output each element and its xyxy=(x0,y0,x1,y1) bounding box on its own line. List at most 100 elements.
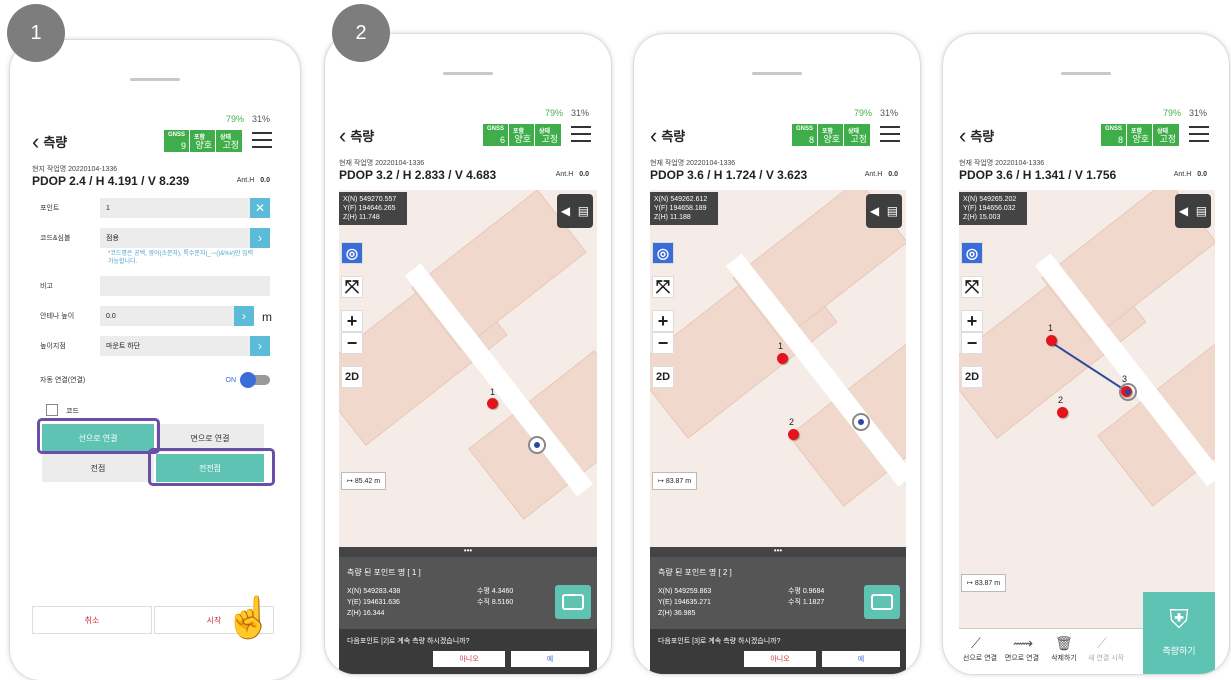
step-badge-2: 2 xyxy=(332,4,390,62)
face-connect-tool[interactable]: ⟿ 면으로 연결 xyxy=(1001,629,1043,674)
header: ‹ 측량 GNSS 9 포함 양호 상태 고정 xyxy=(32,126,278,158)
chevron-left-icon: ‹ xyxy=(959,122,967,148)
new-connect-label: 새 연결 시작 xyxy=(1087,655,1125,662)
camera-icon[interactable] xyxy=(555,585,591,619)
yes-button[interactable]: 예 xyxy=(822,651,900,667)
zoom-in-icon[interactable]: + xyxy=(961,310,983,332)
point-label: 포인트 xyxy=(40,205,60,212)
zoom-out-icon[interactable]: − xyxy=(961,332,983,354)
back-button[interactable]: ‹ 측량 xyxy=(339,124,374,146)
zoom-in-icon[interactable]: + xyxy=(652,310,674,332)
survey-point-1[interactable] xyxy=(1046,335,1057,346)
result-z: Z(H) 16.344 xyxy=(347,610,385,617)
highlight-all-point xyxy=(148,448,275,486)
coord-x: X(N) 549270.557 xyxy=(343,196,397,203)
chevron-right-icon[interactable]: › xyxy=(250,336,270,356)
note-input[interactable] xyxy=(100,276,270,296)
job-name: 현재 작업명 20220104-1336 xyxy=(339,160,425,167)
auto-value: ON xyxy=(225,376,237,384)
coord-z: Z(H) 15.003 xyxy=(963,214,1001,221)
trash-icon: 🗑 xyxy=(1055,635,1073,651)
screen: 79% 31% ‹ 측량 GNSS 6 포함 양호 상태 고정 현재 작업명 20220104… xyxy=(339,108,597,674)
auto-toggle[interactable] xyxy=(240,372,270,388)
face-connect-icon: ⟿ xyxy=(1013,635,1034,651)
2d-toggle[interactable]: 2D xyxy=(652,366,674,388)
back-label: 측량 xyxy=(661,129,686,144)
antenna-input[interactable]: 0.0 › xyxy=(100,306,254,326)
chevron-right-icon[interactable]: › xyxy=(234,306,254,326)
receiver-icon: ⛨ xyxy=(1169,604,1189,634)
map-view[interactable]: X(N) 549262.612 Y(F) 194658.189 Z(H) 11.18… xyxy=(650,190,906,674)
gnss-fix: 고정 xyxy=(541,134,558,144)
result-z: Z(H) 36.985 xyxy=(658,610,696,617)
gnss-label: GNSS xyxy=(795,126,813,132)
back-button[interactable]: ‹ 측량 xyxy=(650,124,686,146)
gnss-status: GNSS 8 포함 양호 상태 고정 xyxy=(791,124,870,146)
result-x: X(N) 549259.863 xyxy=(658,588,712,595)
locate-icon[interactable]: ◎ xyxy=(961,242,983,264)
code-select[interactable]: 점용 › xyxy=(100,228,270,248)
chevron-right-icon[interactable]: › xyxy=(250,228,270,248)
map-view[interactable]: X(N) 549270.557 Y(F) 194646.265 Z(H) 11.74… xyxy=(339,190,597,674)
survey-point-2[interactable] xyxy=(788,429,799,440)
2d-toggle[interactable]: 2D xyxy=(341,366,363,388)
fullscreen-icon[interactable]: ⤧ xyxy=(341,276,363,298)
locate-icon[interactable]: ◎ xyxy=(652,242,674,264)
code-checkbox[interactable] xyxy=(46,404,58,416)
delete-tool[interactable]: 🗑 삭제하기 xyxy=(1043,629,1085,674)
anth-label: Ant.H xyxy=(236,177,255,184)
no-button[interactable]: 아니오 xyxy=(433,651,505,667)
hamburger-menu-icon[interactable] xyxy=(1189,126,1209,142)
survey-point-1[interactable] xyxy=(487,398,498,409)
hamburger-menu-icon[interactable] xyxy=(880,126,900,142)
back-label: 측량 xyxy=(970,129,995,144)
height-select[interactable]: 마운트 하단 › xyxy=(100,336,270,356)
layer-panel-button[interactable]: ◀ ▤ xyxy=(866,194,902,228)
speaker-notch xyxy=(1061,72,1111,75)
gnss-quality: 양호 xyxy=(823,134,840,144)
clear-icon[interactable]: ✕ xyxy=(250,198,270,218)
hamburger-menu-icon[interactable] xyxy=(571,126,591,142)
panel-handle[interactable]: ••• xyxy=(339,547,597,557)
result-x: X(N) 549283.438 xyxy=(347,588,401,595)
new-connect-tool[interactable]: ⟋ 새 연결 시작 xyxy=(1085,629,1127,674)
back-button[interactable]: ‹ 측량 xyxy=(32,130,67,152)
anth-label: Ant.H xyxy=(1173,171,1192,178)
zoom-in-icon[interactable]: + xyxy=(341,310,363,332)
new-connect-icon: ⟋ xyxy=(1097,635,1107,651)
battery-icon: 31% xyxy=(251,114,270,124)
measure-button[interactable]: ⛨ 측량하기 xyxy=(1143,592,1215,674)
line-connect-icon: ⟋ xyxy=(971,635,981,651)
survey-point-1[interactable] xyxy=(777,353,788,364)
line-connect-tool[interactable]: ⟋ 선으로 연결 xyxy=(959,629,1001,674)
yes-button[interactable]: 예 xyxy=(511,651,589,667)
survey-point-2[interactable] xyxy=(1057,407,1068,418)
panel-title: 측량 된 포인트 명 [ 2 ] xyxy=(658,568,732,577)
point-input[interactable]: 1 ✕ xyxy=(100,198,270,218)
speaker-notch xyxy=(752,72,802,75)
2d-toggle[interactable]: 2D xyxy=(961,366,983,388)
result-v: 수직 8.5160 xyxy=(477,599,514,606)
hamburger-menu-icon[interactable] xyxy=(252,132,272,148)
back-button[interactable]: ‹ 측량 xyxy=(959,122,995,148)
result-h: 수평 0.9684 xyxy=(788,588,825,595)
layer-panel-button[interactable]: ◀ ▤ xyxy=(1175,194,1211,228)
zoom-out-icon[interactable]: − xyxy=(341,332,363,354)
status-bar: 79% 31% xyxy=(226,114,270,124)
panel-handle[interactable]: ••• xyxy=(650,547,906,557)
gnss-fix: 고정 xyxy=(222,140,239,150)
layer-panel-button[interactable]: ◀ ▤ xyxy=(557,194,593,228)
zoom-out-icon[interactable]: − xyxy=(652,332,674,354)
fullscreen-icon[interactable]: ⤧ xyxy=(961,276,983,298)
signal-icon: 79% xyxy=(225,114,244,124)
antenna-row: 안테나 높이 0.0 › xyxy=(40,306,254,326)
status-bar: 79% 31% xyxy=(545,108,589,118)
map-view[interactable]: X(N) 549265.202 Y(F) 194656.032 Z(H) 15.00… xyxy=(959,190,1215,674)
fullscreen-icon[interactable]: ⤧ xyxy=(652,276,674,298)
no-button[interactable]: 아니오 xyxy=(744,651,816,667)
code-check-label: 코드 xyxy=(66,408,79,415)
point-button[interactable]: 전점 xyxy=(42,454,154,482)
locate-icon[interactable]: ◎ xyxy=(341,242,363,264)
camera-icon[interactable] xyxy=(864,585,900,619)
cancel-button[interactable]: 취소 xyxy=(32,606,152,634)
